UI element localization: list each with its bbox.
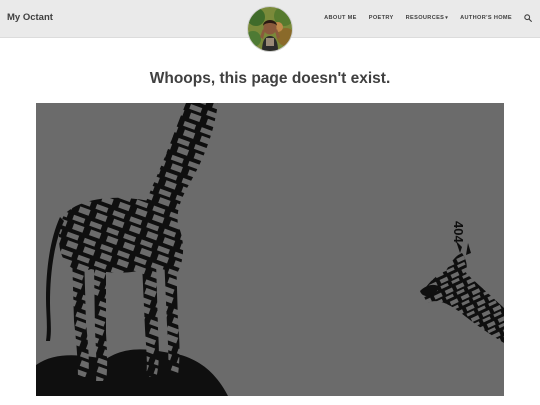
giraffe-hoof: [144, 377, 158, 383]
navbar: My Octant ABOUT ME POETRY RESOURCES▾ AUT…: [0, 0, 540, 51]
nav-about-me[interactable]: ABOUT ME: [324, 15, 357, 21]
avatar[interactable]: [248, 7, 292, 51]
search-icon[interactable]: [524, 14, 532, 22]
ground-shape: [36, 349, 228, 396]
giraffe-illustration-svg: 404: [36, 103, 504, 396]
nav-poetry[interactable]: POETRY: [369, 15, 394, 21]
giraffe-404-illustration: 404: [36, 103, 504, 396]
small-giraffe: [423, 253, 504, 343]
nav-links: ABOUT ME POETRY RESOURCES▾ AUTHOR'S HOME: [324, 14, 532, 22]
small-giraffe-ossicones: [456, 241, 471, 255]
giraffe-hoof: [166, 373, 180, 379]
giraffe-hoof: [95, 381, 108, 387]
nav-resources-label: RESOURCES: [405, 15, 445, 21]
page-title: Whoops, this page doesn't exist.: [149, 70, 391, 87]
nav-resources[interactable]: RESOURCES▾: [406, 15, 448, 21]
giraffe-hoof: [77, 377, 90, 383]
brand-link[interactable]: My Octant: [7, 12, 53, 23]
chevron-down-icon: ▾: [445, 15, 449, 21]
nav-authors-home[interactable]: AUTHOR'S HOME: [460, 15, 512, 21]
avatar-photo: [248, 7, 292, 51]
art-404-text: 404: [451, 221, 466, 243]
